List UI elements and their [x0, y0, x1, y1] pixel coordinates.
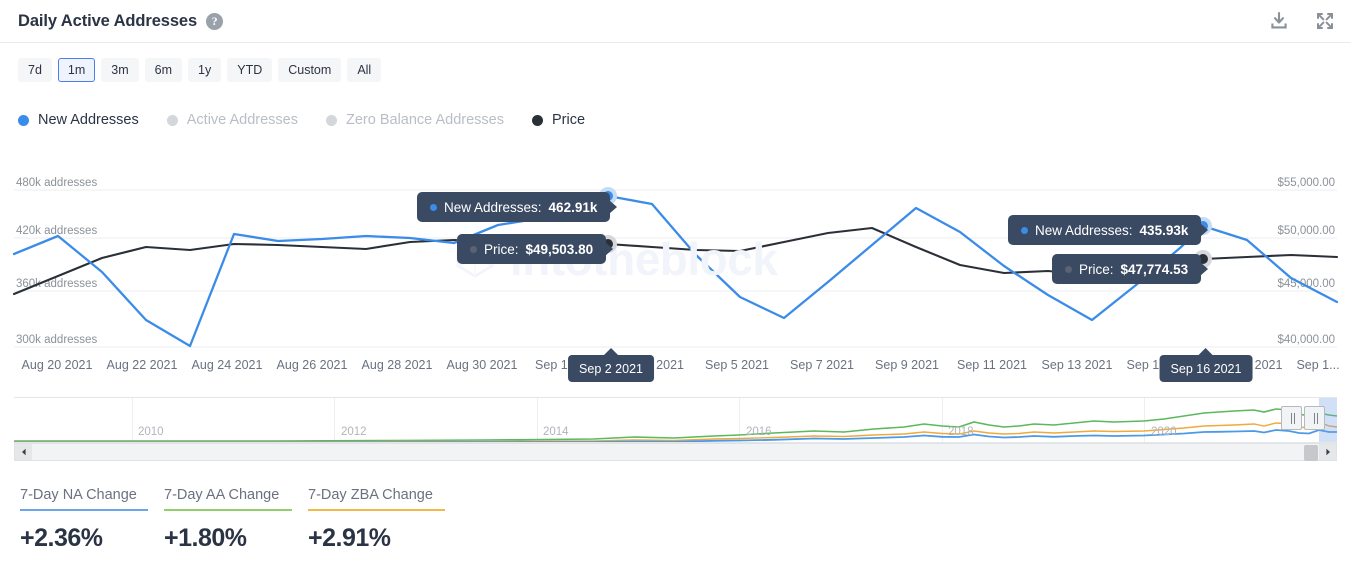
tooltip-label-price: Price:: [484, 241, 519, 257]
range-button-1y[interactable]: 1y: [188, 58, 222, 82]
legend-label-active-addresses: Active Addresses: [186, 112, 298, 128]
legend-dot-price: [531, 114, 543, 126]
nav-year-label-2020: 2020: [1151, 426, 1177, 438]
tooltip-label-new-addresses: New Addresses:: [444, 199, 542, 215]
stat-value: +2.91%: [308, 524, 391, 552]
tooltip-new-addresses-right: New Addresses: 435.93k: [1008, 215, 1209, 245]
nav-range-handles[interactable]: [1281, 406, 1325, 430]
range-button-ytd[interactable]: YTD: [227, 58, 273, 82]
y-left-tick-420k: 420k addresses: [16, 225, 97, 237]
x-tick-12: Sep 11 2021: [957, 358, 1027, 372]
legend-item-active-addresses[interactable]: Active Addresses: [166, 112, 298, 128]
legend-item-zero-balance-addresses[interactable]: Zero Balance Addresses: [325, 112, 504, 128]
nav-year-label-2010: 2010: [138, 426, 164, 438]
tooltip-value-new-addresses: 462.91k: [548, 199, 598, 215]
y-right-tick-50000: $50,000.00: [1277, 225, 1335, 237]
stat-7-day-zba-change: 7-Day ZBA Change +2.91%: [308, 487, 445, 553]
summary-stats: 7-Day NA Change +2.36% 7-Day AA Change +…: [20, 487, 445, 553]
tooltip-dot-new-addresses: [1021, 226, 1028, 234]
x-tick-17: Sep 1...: [1296, 358, 1340, 372]
scrollbar-thumb[interactable]: [1304, 445, 1318, 461]
legend-dot-active-addresses: [166, 114, 178, 126]
tooltip-dot-price: [470, 245, 477, 253]
caret-left-icon[interactable]: [15, 444, 32, 460]
x-axis: Aug 20 2021 Aug 22 2021 Aug 24 2021 Aug …: [0, 358, 1351, 382]
range-button-6m[interactable]: 6m: [144, 58, 183, 82]
stat-value: +1.80%: [164, 524, 247, 552]
title-group: Daily Active Addresses ?: [18, 11, 224, 31]
x-tick-0: Aug 20 2021: [21, 358, 93, 372]
range-selector: 7d 1m 3m 6m 1y YTD Custom All: [0, 43, 1351, 97]
tooltip-date-left: Sep 2 2021: [568, 348, 654, 382]
range-button-custom[interactable]: Custom: [278, 58, 342, 82]
y-right-tick-40000: $40,000.00: [1277, 334, 1335, 346]
tooltip-new-addresses-left: New Addresses: 462.91k: [417, 192, 618, 222]
tooltip-label-new-addresses: New Addresses:: [1035, 222, 1133, 238]
stat-7-day-na-change: 7-Day NA Change +2.36%: [20, 487, 148, 553]
nav-year-label-2014: 2014: [543, 426, 569, 438]
legend-item-price[interactable]: Price: [531, 112, 586, 128]
x-tick-13: Sep 13 2021: [1041, 358, 1113, 372]
stat-accent-rule: [308, 509, 445, 511]
legend-label-new-addresses: New Addresses: [38, 112, 139, 128]
nav-series-active: [14, 421, 1337, 442]
y-right-tick-55000: $55,000.00: [1277, 177, 1335, 189]
range-button-7d[interactable]: 7d: [18, 58, 52, 82]
nav-year-label-2016: 2016: [746, 426, 772, 438]
stat-label: 7-Day AA Change: [164, 487, 280, 503]
nav-handle-right[interactable]: [1304, 406, 1325, 430]
legend-label-zero-balance-addresses: Zero Balance Addresses: [345, 112, 504, 128]
x-tick-4: Aug 28 2021: [361, 358, 433, 372]
range-button-group: 7d 1m 3m 6m 1y YTD Custom All: [18, 58, 382, 82]
chart-navigator[interactable]: 2010 2012 2014 2016 2018 2020: [14, 397, 1337, 443]
page-title: Daily Active Addresses: [18, 11, 198, 30]
download-icon[interactable]: [1269, 11, 1289, 31]
tooltip-value-price: $47,774.53: [1120, 261, 1189, 277]
stat-label: 7-Day ZBA Change: [308, 487, 433, 503]
fullscreen-icon[interactable]: [1315, 11, 1335, 31]
nav-handle-left[interactable]: [1281, 406, 1302, 430]
y-left-tick-300k: 300k addresses: [16, 334, 97, 346]
range-button-3m[interactable]: 3m: [101, 58, 139, 82]
legend-item-new-addresses[interactable]: New Addresses: [18, 112, 139, 128]
chart-scrollbar[interactable]: [14, 443, 1337, 461]
y-right-tick-45000: $45,000.00: [1277, 278, 1335, 290]
tooltip-dot-price: [1065, 265, 1072, 273]
header-actions: [1269, 11, 1335, 31]
x-tick-9: Sep 5 2021: [705, 358, 769, 372]
tooltip-price-right: Price: $47,774.53: [1052, 254, 1209, 284]
legend-dot-zero-balance-addresses: [325, 114, 337, 126]
tooltip-date-right: Sep 16 2021: [1159, 348, 1253, 382]
tooltip-dot-new-addresses: [430, 203, 437, 211]
stat-accent-rule: [20, 509, 148, 511]
stat-accent-rule: [164, 509, 292, 511]
stat-label: 7-Day NA Change: [20, 487, 137, 503]
nav-series-svg: [14, 408, 1337, 442]
range-button-all[interactable]: All: [347, 58, 382, 82]
stat-7-day-aa-change: 7-Day AA Change +1.80%: [164, 487, 292, 553]
x-tick-5: Aug 30 2021: [446, 358, 518, 372]
tooltip-price-left: Price: $49,503.80: [457, 234, 614, 264]
x-tick-3: Aug 26 2021: [276, 358, 348, 372]
legend-label-price: Price: [551, 112, 586, 128]
tooltip-label-price: Price:: [1079, 261, 1114, 277]
tooltip-value-new-addresses: 435.93k: [1139, 222, 1189, 238]
tooltip-value-price: $49,503.80: [525, 241, 594, 257]
stat-value: +2.36%: [20, 524, 103, 552]
chart-legend: New Addresses Active Addresses Zero Bala…: [18, 112, 585, 128]
x-tick-11: Sep 9 2021: [875, 358, 939, 372]
chart-header: Daily Active Addresses ?: [0, 0, 1351, 43]
x-tick-1: Aug 22 2021: [106, 358, 178, 372]
x-tick-2: Aug 24 2021: [191, 358, 263, 372]
caret-right-icon[interactable]: [1319, 444, 1336, 460]
x-tick-10: Sep 7 2021: [790, 358, 854, 372]
nav-year-label-2012: 2012: [341, 426, 367, 438]
y-left-tick-480k: 480k addresses: [16, 177, 97, 189]
legend-dot-new-addresses: [18, 114, 29, 126]
nav-year-label-2018: 2018: [948, 426, 974, 438]
range-button-1m[interactable]: 1m: [57, 58, 96, 82]
question-mark-icon[interactable]: ?: [206, 12, 224, 30]
